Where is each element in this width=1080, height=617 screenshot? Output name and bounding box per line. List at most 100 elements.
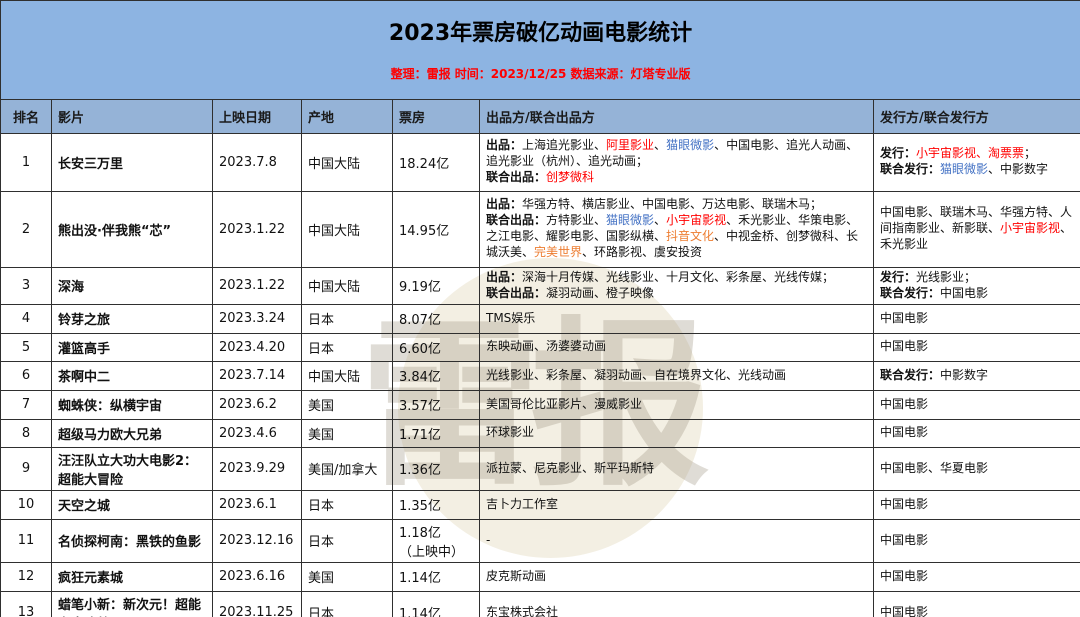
cell-producers: 东映动画、汤婆婆动画 bbox=[480, 333, 874, 361]
table-row: 4铃芽之旅2023.3.24日本8.07亿TMS娱乐中国电影 bbox=[1, 304, 1080, 333]
cell-text: 吉卜力工作室 bbox=[486, 497, 558, 511]
cell-origin: 日本 bbox=[302, 591, 393, 617]
cell-producers: TMS娱乐 bbox=[480, 304, 874, 333]
cell-distributors: 中国电影 bbox=[874, 419, 1080, 447]
cell-film: 熊出没·伴我熊“芯” bbox=[52, 191, 213, 267]
cell-text: 中国电影 bbox=[880, 397, 928, 411]
cell-text: 中国电影 bbox=[880, 339, 928, 353]
cell-text: 中影数字 bbox=[940, 368, 988, 382]
cell-producers: 出品：华强方特、横店影业、中国电影、万达电影、联瑞木马； 联合出品：方特影业、猫… bbox=[480, 191, 874, 267]
col-header-producers: 出品方/联合出品方 bbox=[480, 99, 874, 133]
cell-text: 中国电影 bbox=[880, 311, 928, 325]
title-row: 2023年票房破亿动画电影统计 整理：雷报 时间：2023/12/25 数据来源… bbox=[1, 1, 1080, 100]
cell-release-date: 2023.4.6 bbox=[213, 419, 302, 447]
cell-film: 铃芽之旅 bbox=[52, 304, 213, 333]
table-row: 7蜘蛛侠：纵横宇宙2023.6.2美国3.57亿美国哥伦比亚影片、漫威影业中国电… bbox=[1, 390, 1080, 419]
cell-rank: 7 bbox=[1, 390, 52, 419]
cell-origin: 日本 bbox=[302, 304, 393, 333]
cell-producers: 出品：深海十月传媒、光线影业、十月文化、彩条屋、光线传媒； 联合出品：凝羽动画、… bbox=[480, 267, 874, 304]
cell-producers: 皮克斯动画 bbox=[480, 562, 874, 591]
cell-label: 出品： bbox=[486, 197, 522, 211]
cell-film: 名侦探柯南：黑铁的鱼影 bbox=[52, 519, 213, 562]
company-name-blue: 猫眼微影 bbox=[606, 213, 654, 227]
cell-text: - bbox=[486, 533, 490, 547]
cell-origin: 中国大陆 bbox=[302, 361, 393, 390]
cell-boxoffice: 1.36亿 bbox=[393, 447, 480, 490]
cell-text: 光线影业； bbox=[916, 270, 976, 284]
cell-film: 超级马力欧大兄弟 bbox=[52, 419, 213, 447]
cell-label: 联合发行： bbox=[880, 286, 940, 300]
cell-boxoffice: 1.14亿 bbox=[393, 562, 480, 591]
table-row: 9汪汪队立大功大电影2：超能大冒险2023.9.29美国/加拿大1.36亿派拉蒙… bbox=[1, 447, 1080, 490]
cell-rank: 3 bbox=[1, 267, 52, 304]
box-office-table: 2023年票房破亿动画电影统计 整理：雷报 时间：2023/12/25 数据来源… bbox=[0, 0, 1080, 617]
cell-text: 光线影业、彩条屋、凝羽动画、自在境界文化、光线动画 bbox=[486, 368, 786, 382]
company-name-blue: 猫眼微影 bbox=[666, 138, 714, 152]
company-name-red: 创梦微科 bbox=[546, 170, 594, 184]
cell-film: 深海 bbox=[52, 267, 213, 304]
cell-producers: 吉卜力工作室 bbox=[480, 490, 874, 519]
cell-distributors: 中国电影 bbox=[874, 304, 1080, 333]
cell-label: 出品： bbox=[486, 138, 522, 152]
col-header-origin: 产地 bbox=[302, 99, 393, 133]
cell-rank: 13 bbox=[1, 591, 52, 617]
cell-rank: 6 bbox=[1, 361, 52, 390]
cell-distributors: 联合发行：中影数字 bbox=[874, 361, 1080, 390]
table-row: 10天空之城2023.6.1日本1.35亿吉卜力工作室中国电影 bbox=[1, 490, 1080, 519]
cell-text: 中国电影 bbox=[880, 533, 928, 547]
cell-distributors: 发行：小宇宙影视、淘票票； 联合发行：猫眼微影、中影数字 bbox=[874, 133, 1080, 191]
cell-text: 、环路影视、虞安投资 bbox=[582, 245, 702, 259]
cell-release-date: 2023.3.24 bbox=[213, 304, 302, 333]
cell-release-date: 2023.11.25 bbox=[213, 591, 302, 617]
cell-film: 汪汪队立大功大电影2：超能大冒险 bbox=[52, 447, 213, 490]
cell-label: 联合出品： bbox=[486, 213, 546, 227]
company-name-red: 小宇宙影视 bbox=[666, 213, 726, 227]
table-row: 5灌篮高手2023.4.20日本6.60亿东映动画、汤婆婆动画中国电影 bbox=[1, 333, 1080, 361]
cell-text: 美国哥伦比亚影片、漫威影业 bbox=[486, 397, 642, 411]
cell-boxoffice: 3.84亿 bbox=[393, 361, 480, 390]
cell-text: 凝羽动画、橙子映像 bbox=[546, 286, 654, 300]
cell-release-date: 2023.1.22 bbox=[213, 191, 302, 267]
cell-origin: 美国 bbox=[302, 390, 393, 419]
cell-film: 长安三万里 bbox=[52, 133, 213, 191]
table-row: 11名侦探柯南：黑铁的鱼影2023.12.16日本1.18亿 （上映中）-中国电… bbox=[1, 519, 1080, 562]
cell-text: 中国电影 bbox=[880, 569, 928, 583]
cell-label: 联合发行： bbox=[880, 162, 940, 176]
cell-film: 灌篮高手 bbox=[52, 333, 213, 361]
page-title: 2023年票房破亿动画电影统计 bbox=[1, 20, 1080, 48]
cell-release-date: 2023.1.22 bbox=[213, 267, 302, 304]
company-name-orange: 完美世界 bbox=[534, 245, 582, 259]
cell-rank: 5 bbox=[1, 333, 52, 361]
cell-boxoffice: 1.18亿 （上映中） bbox=[393, 519, 480, 562]
cell-release-date: 2023.7.14 bbox=[213, 361, 302, 390]
cell-distributors: 中国电影 bbox=[874, 519, 1080, 562]
company-name-red: 阿里影业 bbox=[606, 138, 654, 152]
cell-film: 茶啊中二 bbox=[52, 361, 213, 390]
cell-label: 联合出品： bbox=[486, 170, 546, 184]
cell-boxoffice: 6.60亿 bbox=[393, 333, 480, 361]
cell-boxoffice: 3.57亿 bbox=[393, 390, 480, 419]
cell-boxoffice: 1.14亿 bbox=[393, 591, 480, 617]
page-subtitle: 整理：雷报 时间：2023/12/25 数据来源：灯塔专业版 bbox=[1, 65, 1080, 82]
cell-film: 天空之城 bbox=[52, 490, 213, 519]
table-row: 6茶啊中二2023.7.14中国大陆3.84亿光线影业、彩条屋、凝羽动画、自在境… bbox=[1, 361, 1080, 390]
cell-release-date: 2023.4.20 bbox=[213, 333, 302, 361]
cell-distributors: 中国电影、联瑞木马、华强方特、人间指南影业、新影联、小宇宙影视、禾光影业 bbox=[874, 191, 1080, 267]
cell-label: 发行： bbox=[880, 146, 916, 160]
cell-text: 、 bbox=[654, 138, 666, 152]
col-header-distributors: 发行方/联合发行方 bbox=[874, 99, 1080, 133]
table-row: 1长安三万里2023.7.8中国大陆18.24亿出品：上海追光影业、阿里影业、猫… bbox=[1, 133, 1080, 191]
cell-distributors: 发行：光线影业； 联合发行：中国电影 bbox=[874, 267, 1080, 304]
cell-producers: 东宝株式会社 bbox=[480, 591, 874, 617]
box-office-sheet: 雷报 2023年票房破亿动画电影统计 整理：雷报 时间：2023/12/25 数… bbox=[0, 0, 1080, 617]
cell-film: 蜘蛛侠：纵横宇宙 bbox=[52, 390, 213, 419]
cell-boxoffice: 14.95亿 bbox=[393, 191, 480, 267]
cell-release-date: 2023.9.29 bbox=[213, 447, 302, 490]
table-row: 3深海2023.1.22中国大陆9.19亿出品：深海十月传媒、光线影业、十月文化… bbox=[1, 267, 1080, 304]
table-body: 1长安三万里2023.7.8中国大陆18.24亿出品：上海追光影业、阿里影业、猫… bbox=[1, 133, 1080, 617]
col-header-film: 影片 bbox=[52, 99, 213, 133]
cell-origin: 日本 bbox=[302, 519, 393, 562]
cell-label: 出品： bbox=[486, 270, 522, 284]
table-row: 8超级马力欧大兄弟2023.4.6美国1.71亿环球影业中国电影 bbox=[1, 419, 1080, 447]
cell-rank: 12 bbox=[1, 562, 52, 591]
